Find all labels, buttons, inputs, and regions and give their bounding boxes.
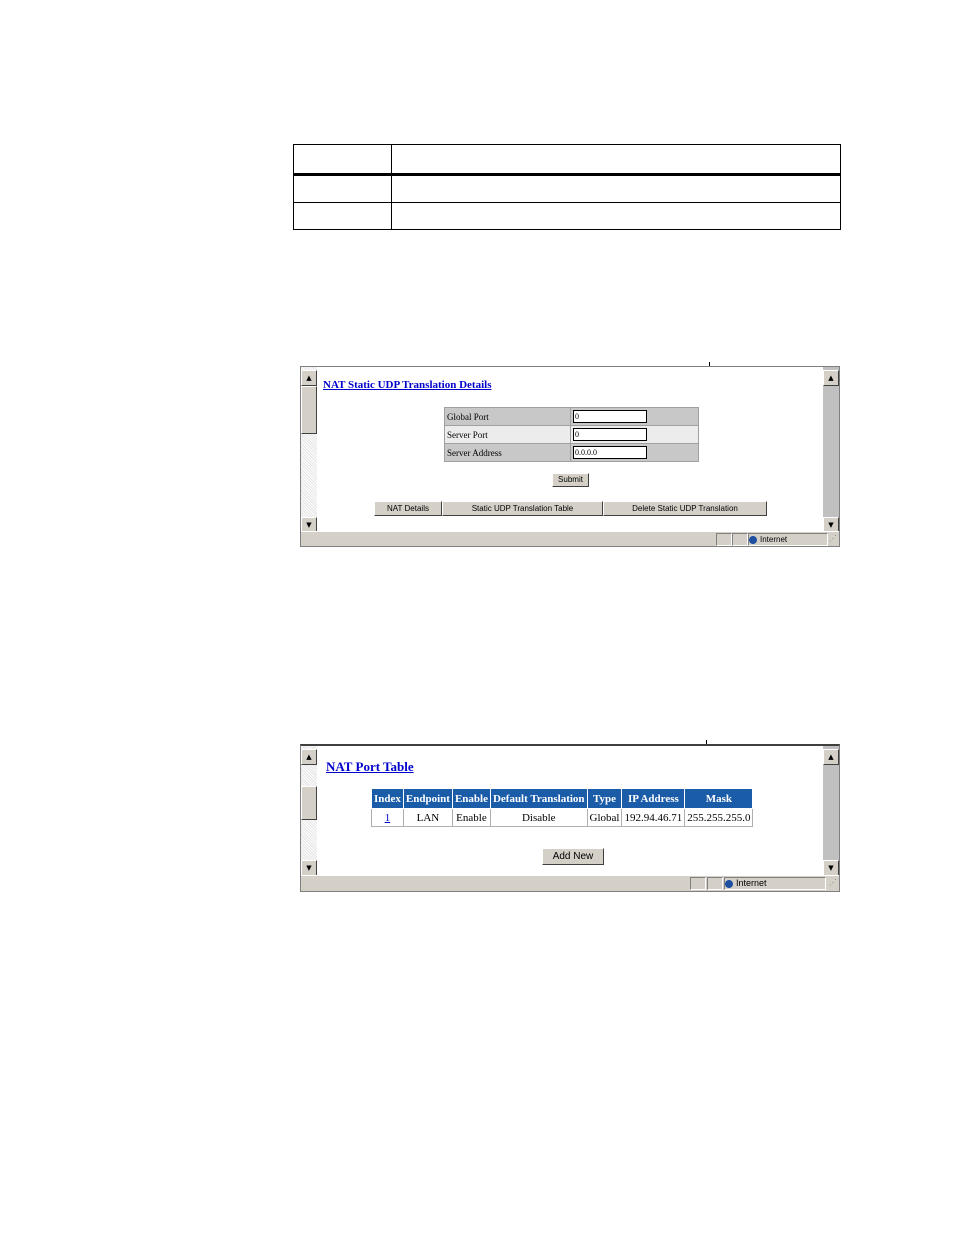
scroll-thumb[interactable]: [301, 386, 317, 434]
doc-cell: [293, 202, 392, 230]
zone-label: Internet: [736, 878, 767, 888]
scroll-up-icon[interactable]: ▲: [301, 749, 317, 765]
status-cell: [707, 877, 723, 890]
internet-globe-icon: [749, 535, 757, 544]
column-header: Index: [371, 788, 404, 809]
column-header: IP Address: [621, 788, 686, 809]
zone-label: Internet: [760, 535, 788, 544]
zone-indicator: Internet: [724, 877, 826, 890]
static-udp-table-button[interactable]: Static UDP Translation Table: [442, 501, 603, 516]
nat-details-button[interactable]: NAT Details: [374, 501, 442, 516]
ip-address-cell: 192.94.46.71: [621, 808, 686, 827]
right-scrollbar[interactable]: ▲ ▼: [823, 367, 839, 533]
endpoint-cell: LAN: [402, 808, 453, 827]
index-link[interactable]: 1: [385, 812, 391, 824]
table-header-row: Index Endpoint Enable Default Translatio…: [371, 788, 754, 809]
default-translation-cell: Disable: [489, 808, 588, 827]
column-header: Enable: [451, 788, 491, 809]
column-header: Default Translation: [489, 788, 588, 809]
right-scrollbar[interactable]: ▲ ▼: [823, 746, 839, 876]
browser-window-port-table: ▲ ▼ NAT Port Table Index Endpoint Enable…: [300, 744, 840, 892]
internet-globe-icon: [725, 879, 733, 888]
doc-cell: [391, 202, 841, 230]
add-new-button[interactable]: Add New: [542, 848, 604, 865]
scroll-up-icon[interactable]: ▲: [301, 370, 317, 386]
status-cell: [690, 877, 706, 890]
doc-header-cell: [293, 144, 392, 176]
server-address-input[interactable]: [573, 446, 647, 459]
doc-header-cell: [391, 144, 841, 176]
page-title[interactable]: NAT Static UDP Translation Details: [323, 379, 491, 391]
scroll-down-icon[interactable]: ▼: [301, 860, 317, 876]
mask-cell: 255.255.255.0: [684, 808, 754, 827]
status-bar: Internet ⋰: [301, 875, 839, 891]
document-table: [293, 144, 841, 230]
delete-static-udp-button[interactable]: Delete Static UDP Translation: [603, 501, 767, 516]
zone-indicator: Internet: [748, 533, 828, 546]
resize-grip-icon[interactable]: ⋰: [829, 878, 837, 887]
scroll-up-icon[interactable]: ▲: [823, 370, 839, 386]
scroll-thumb[interactable]: [301, 786, 317, 820]
column-header: Type: [586, 788, 623, 809]
enable-cell: Enable: [451, 808, 491, 827]
resize-grip-icon[interactable]: ⋰: [829, 534, 837, 543]
scroll-up-icon[interactable]: ▲: [823, 749, 839, 765]
left-scrollbar[interactable]: ▲ ▼: [301, 746, 317, 876]
status-cell: [716, 533, 732, 546]
column-header: Mask: [684, 788, 754, 809]
type-cell: Global: [586, 808, 623, 827]
left-scrollbar[interactable]: ▲ ▼: [301, 367, 317, 533]
submit-button[interactable]: Submit: [552, 473, 589, 487]
server-port-input[interactable]: [573, 428, 647, 441]
table-row: 1 LAN Enable Disable Global 192.94.46.71…: [371, 808, 754, 827]
column-header: Endpoint: [402, 788, 453, 809]
nav-button-bar: NAT Details Static UDP Translation Table…: [374, 501, 767, 516]
status-bar: Internet ⋰: [301, 531, 839, 546]
scroll-down-icon[interactable]: ▼: [823, 860, 839, 876]
global-port-input[interactable]: [573, 410, 647, 423]
nat-port-table: Index Endpoint Enable Default Translatio…: [371, 788, 754, 827]
server-address-label: Server Address: [444, 443, 571, 462]
page-title[interactable]: NAT Port Table: [326, 759, 414, 775]
global-port-label: Global Port: [444, 407, 571, 426]
udp-form-table: Global Port Server Port Server Address: [444, 407, 699, 462]
status-cell: [732, 533, 748, 546]
server-port-label: Server Port: [444, 425, 571, 444]
doc-cell: [293, 174, 392, 203]
doc-cell: [391, 174, 841, 203]
browser-window-udp-details: ▲ ▼ NAT Static UDP Translation Details G…: [300, 366, 840, 547]
